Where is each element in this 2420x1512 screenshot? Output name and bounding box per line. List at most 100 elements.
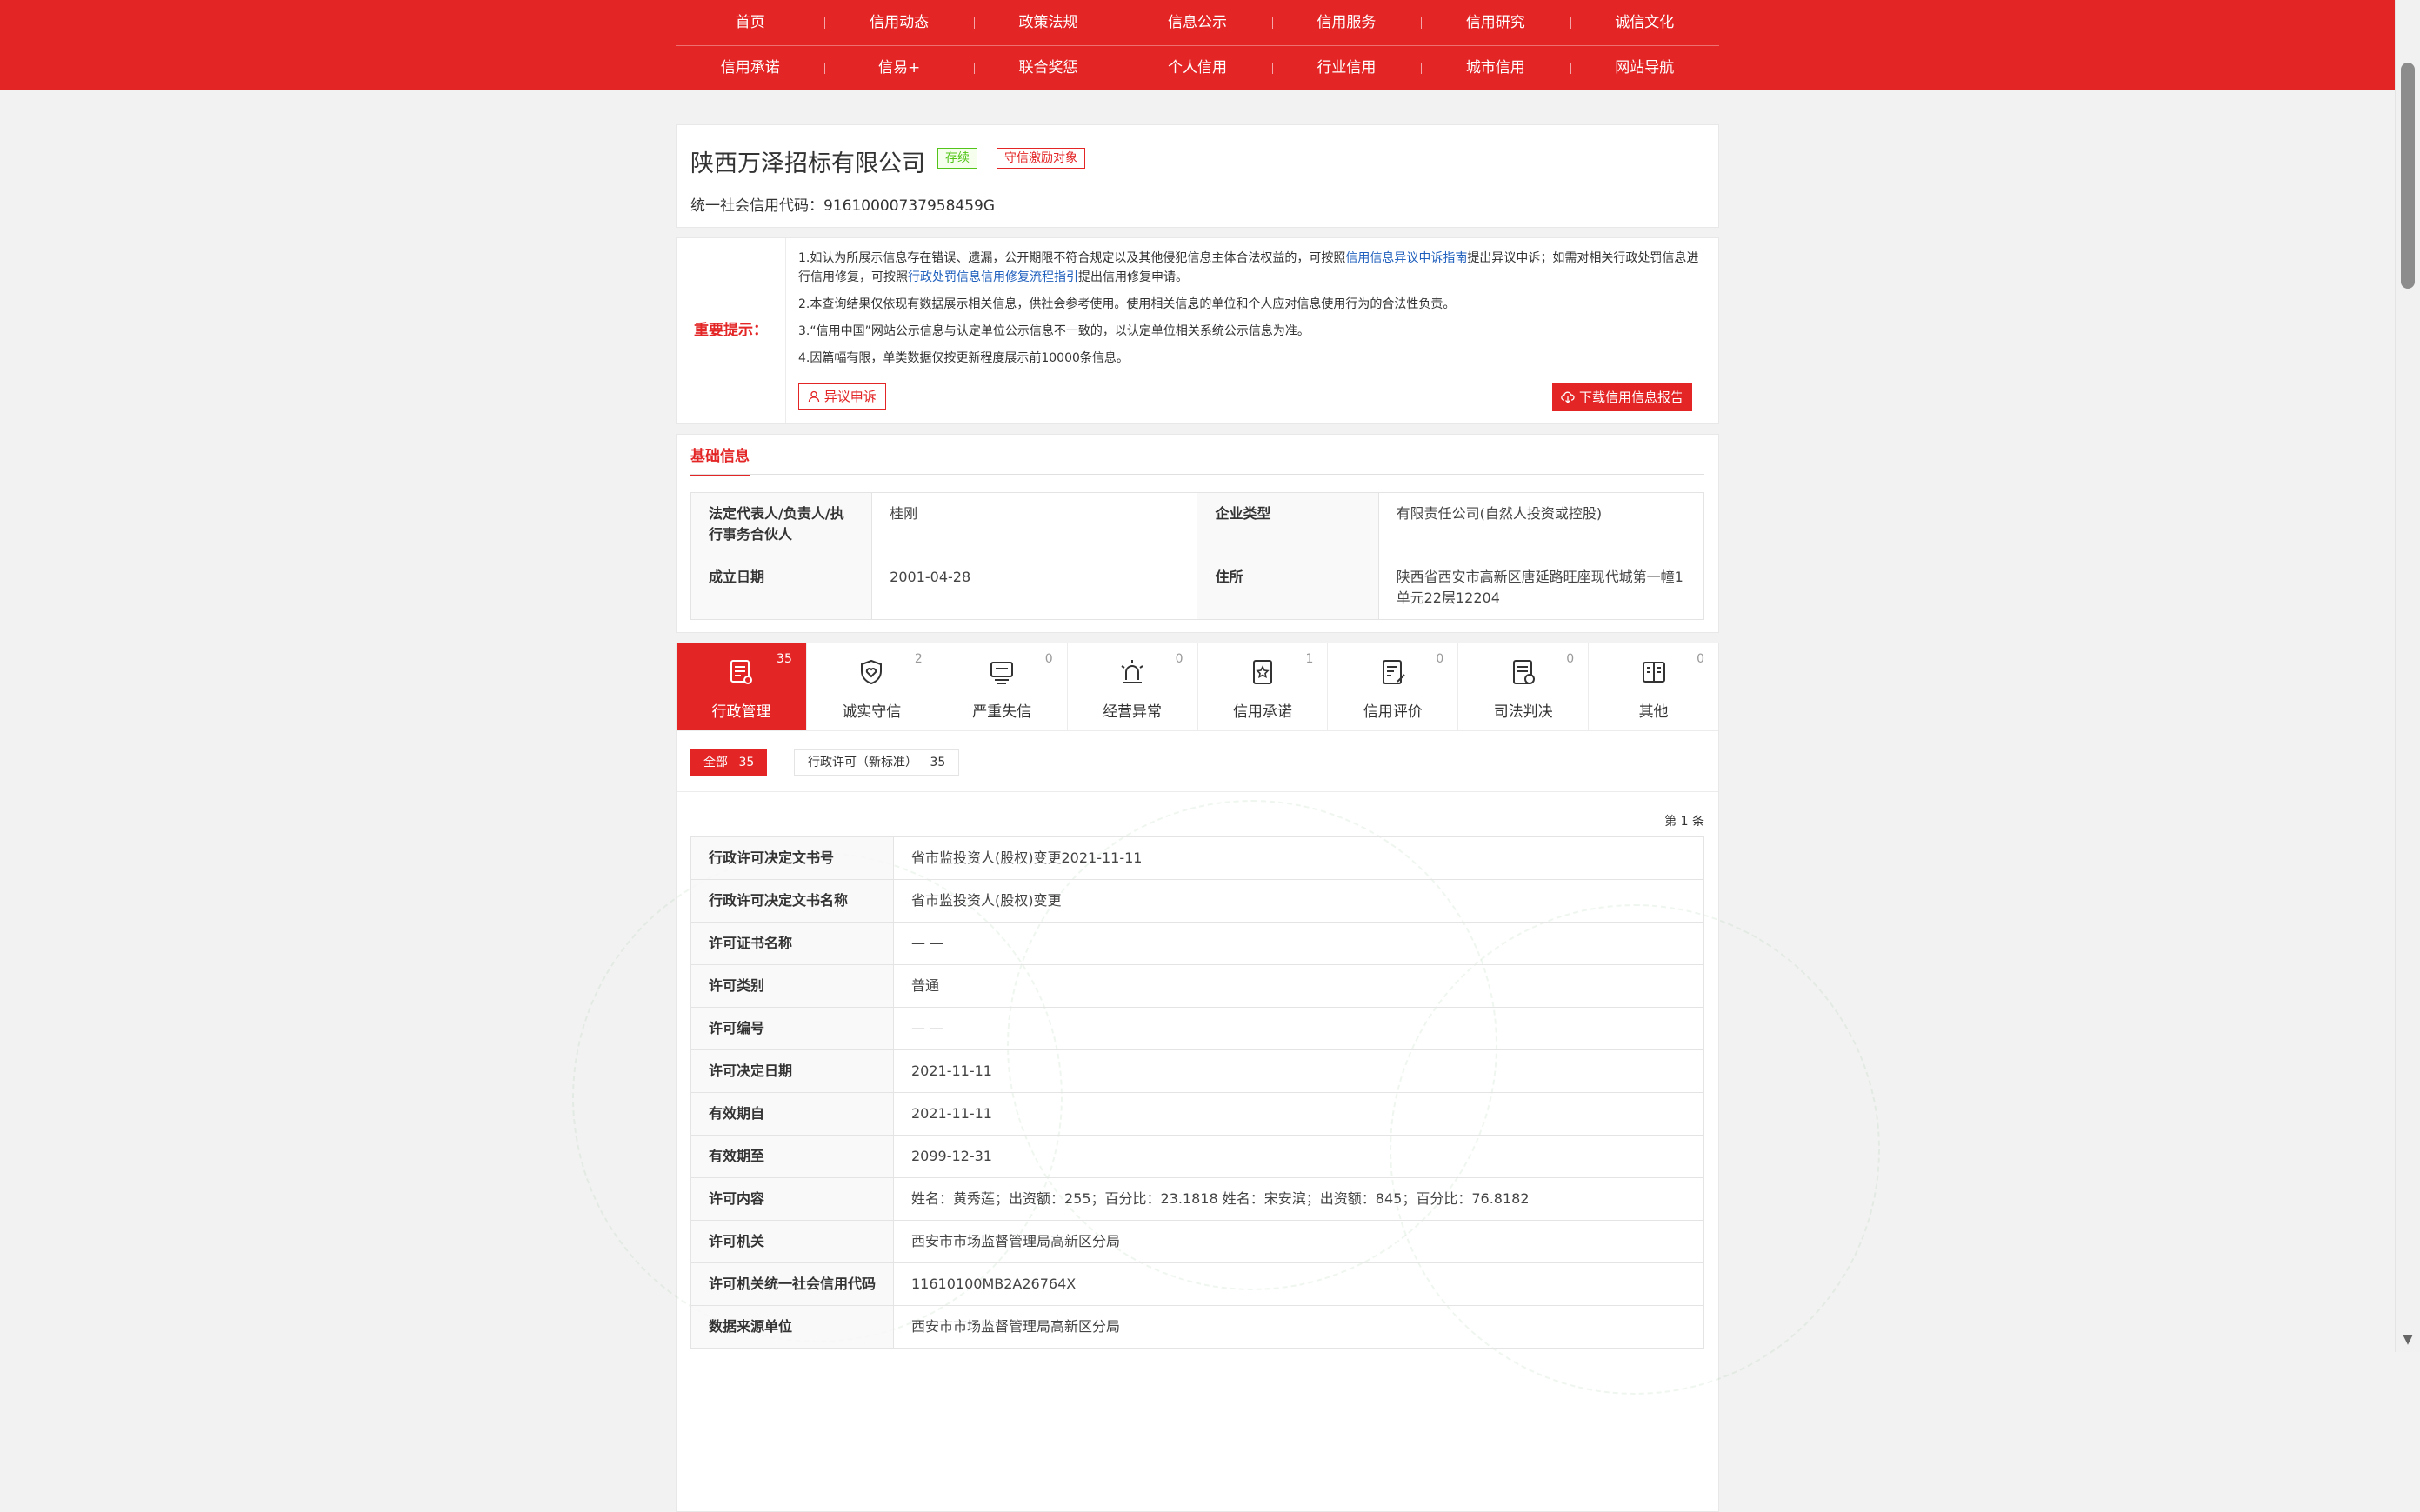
tab-count: 0 — [1697, 652, 1704, 666]
notice-text: 提出信用修复申请。 — [1078, 270, 1188, 284]
section-divider — [690, 474, 1704, 475]
company-header-panel: 陕西万泽招标有限公司 存续 守信激励对象 统一社会信用代码：9161000073… — [676, 124, 1719, 228]
field-value: 2099-12-31 — [893, 1135, 1704, 1178]
table-row: 法定代表人/负责人/执行事务合伙人 桂刚 企业类型 有限责任公司(自然人投资或控… — [690, 492, 1705, 556]
tab-label: 信用评价 — [1363, 703, 1423, 721]
basic-info-table: 法定代表人/负责人/执行事务合伙人 桂刚 企业类型 有限责任公司(自然人投资或控… — [690, 492, 1705, 620]
nav-row-primary: 首页 信用动态 政策法规 信息公示 信用服务 信用研究 诚信文化 — [676, 0, 1719, 46]
basic-info-tab[interactable]: 基础信息 — [690, 443, 750, 476]
tab-honesty[interactable]: 2 诚实守信 — [807, 643, 937, 730]
evaluation-pen-icon — [1382, 660, 1405, 684]
credit-records-panel: 35 行政管理 2 诚实守信 0 严重失信 0 经营异常 1 信用承诺 0 信用… — [572, 643, 1880, 1512]
important-notice-panel: 重要提示： 1.如认为所展示信息存在错误、遗漏，公开期限不符合规定以及其他侵犯信… — [676, 237, 1719, 424]
dishonest-person-icon — [990, 662, 1014, 684]
repair-guide-link[interactable]: 行政处罚信息信用修复流程指引 — [908, 270, 1078, 284]
reward-badge: 守信激励对象 — [997, 148, 1085, 169]
objection-guide-link[interactable]: 信用信息异议申诉指南 — [1345, 251, 1467, 265]
table-row: 许可类别 普通 — [690, 964, 1704, 1008]
tab-count: 0 — [1175, 652, 1183, 666]
filter-all-button[interactable]: 全部 35 — [690, 749, 768, 776]
table-row: 数据来源单位 西安市市场监督管理局高新区分局 — [690, 1305, 1704, 1349]
top-navigation: 首页 信用动态 政策法规 信息公示 信用服务 信用研究 诚信文化 信用承诺 信易… — [0, 0, 2396, 90]
notice-item-3: 3.“信用中国”网站公示信息与认定单位公示信息不一致的，以认定单位相关系统公示信… — [798, 324, 1310, 338]
tab-count: 0 — [1566, 652, 1575, 666]
download-button-label: 下载信用信息报告 — [1578, 390, 1683, 405]
scroll-down-arrow-icon[interactable]: ▼ — [2396, 1328, 2420, 1352]
field-value: 陕西省西安市高新区唐延路旺座现代城第一幢1单元22层12204 — [1377, 556, 1705, 620]
tab-label: 经营异常 — [1103, 703, 1163, 721]
license-detail-table: 行政许可决定文书号 省市监投资人(股权)变更2021-11-11 行政许可决定文书… — [690, 836, 1704, 1349]
notice-label: 重要提示： — [677, 238, 786, 423]
field-label: 许可编号 — [690, 1007, 894, 1050]
field-value: 2021-11-11 — [893, 1092, 1704, 1136]
field-label: 法定代表人/负责人/执行事务合伙人 — [690, 492, 873, 556]
nav-row-secondary: 信用承诺 信易+ 联合奖惩 个人信用 行业信用 城市信用 网站导航 — [676, 45, 1719, 90]
filter-license-count: 35 — [930, 756, 946, 769]
field-label: 行政许可决定文书名称 — [690, 879, 894, 923]
field-value: 2001-04-28 — [871, 556, 1198, 620]
nav-item-xinyi-plus[interactable]: 信易+ — [824, 45, 973, 90]
page-scrollbar[interactable]: ▲ ▼ — [2395, 0, 2420, 1352]
field-label: 住所 — [1197, 556, 1379, 620]
tab-label: 其他 — [1638, 703, 1669, 721]
nav-item-site-navigation[interactable]: 网站导航 — [1570, 45, 1719, 90]
filter-license-button[interactable]: 行政许可（新标准） 35 — [794, 749, 960, 776]
alarm-light-icon — [1121, 660, 1143, 683]
objection-button[interactable]: 异议申诉 — [798, 383, 886, 410]
person-icon — [808, 390, 820, 403]
tab-admin-management[interactable]: 35 行政管理 — [677, 643, 807, 730]
nav-item-credit-research[interactable]: 信用研究 — [1421, 0, 1570, 45]
field-label: 成立日期 — [690, 556, 873, 620]
scrollbar-thumb[interactable] — [2401, 63, 2415, 289]
tab-label: 信用承诺 — [1232, 703, 1292, 721]
nav-item-industry-credit[interactable]: 行业信用 — [1271, 45, 1421, 90]
credit-code: 统一社会信用代码：91610000737958459G — [690, 197, 996, 215]
download-report-button[interactable]: 下载信用信息报告 — [1552, 383, 1692, 411]
nav-item-personal-credit[interactable]: 个人信用 — [1123, 45, 1271, 90]
field-value: 省市监投资人(股权)变更2021-11-11 — [893, 836, 1704, 880]
tab-other[interactable]: 0 其他 — [1589, 643, 1718, 730]
tab-count: 2 — [914, 652, 923, 666]
field-label: 许可机关 — [690, 1220, 894, 1263]
field-label: 许可证书名称 — [690, 922, 894, 965]
field-value: — — — [893, 922, 1704, 965]
tab-label: 司法判决 — [1493, 703, 1553, 721]
notice-item-2: 2.本查询结果仅依现有数据展示相关信息，供社会参考使用。使用相关信息的单位和个人… — [798, 297, 1456, 311]
field-value: 省市监投资人(股权)变更 — [893, 879, 1704, 923]
shield-heart-icon — [861, 659, 883, 685]
nav-item-credit-service[interactable]: 信用服务 — [1271, 0, 1421, 45]
nav-item-city-credit[interactable]: 城市信用 — [1421, 45, 1570, 90]
table-row: 行政许可决定文书号 省市监投资人(股权)变更2021-11-11 — [690, 836, 1704, 880]
notice-text: 1.如认为所展示信息存在错误、遗漏，公开期限不符合规定以及其他侵犯信息主体合法权… — [798, 251, 1346, 265]
record-counter: 第 1 条 — [1664, 815, 1704, 829]
tab-serious-dishonesty[interactable]: 0 严重失信 — [937, 643, 1068, 730]
field-label: 许可内容 — [690, 1177, 894, 1221]
tab-credit-promise[interactable]: 1 信用承诺 — [1198, 643, 1329, 730]
nav-item-home[interactable]: 首页 — [676, 0, 824, 45]
nav-item-credit-news[interactable]: 信用动态 — [824, 0, 973, 45]
tab-business-abnormal[interactable]: 0 经营异常 — [1068, 643, 1198, 730]
tab-count: 1 — [1305, 652, 1314, 666]
table-row: 许可编号 — — — [690, 1007, 1704, 1050]
field-value: 姓名：黄秀莲；出资额：255；百分比：23.1818 姓名：宋安滨；出资额：84… — [893, 1177, 1704, 1221]
tab-count: 0 — [1044, 652, 1053, 666]
field-value: 西安市市场监督管理局高新区分局 — [893, 1305, 1704, 1349]
tab-judicial-judgment[interactable]: 0 司法判决 — [1458, 643, 1590, 730]
table-row: 成立日期 2001-04-28 住所 陕西省西安市高新区唐延路旺座现代城第一幢1… — [690, 556, 1705, 620]
nav-item-joint-reward[interactable]: 联合奖惩 — [973, 45, 1123, 90]
table-row: 许可证书名称 — — — [690, 922, 1704, 965]
nav-item-policy[interactable]: 政策法规 — [973, 0, 1123, 45]
tab-label: 诚实守信 — [842, 703, 902, 721]
field-value: 西安市市场监督管理局高新区分局 — [893, 1220, 1704, 1263]
field-value: 2021-11-11 — [893, 1049, 1704, 1093]
other-doc-icon — [1642, 662, 1665, 683]
field-label: 数据来源单位 — [690, 1305, 894, 1349]
nav-item-integrity-culture[interactable]: 诚信文化 — [1570, 0, 1719, 45]
table-row: 许可机关统一社会信用代码 11610100MB2A26764X — [690, 1262, 1704, 1306]
nav-item-info-disclosure[interactable]: 信息公示 — [1123, 0, 1271, 45]
admin-doc-icon — [730, 660, 753, 684]
tab-count: 0 — [1436, 652, 1444, 666]
nav-item-credit-promise[interactable]: 信用承诺 — [676, 45, 824, 90]
tab-credit-evaluation[interactable]: 0 信用评价 — [1328, 643, 1459, 730]
table-row: 许可决定日期 2021-11-11 — [690, 1049, 1704, 1093]
